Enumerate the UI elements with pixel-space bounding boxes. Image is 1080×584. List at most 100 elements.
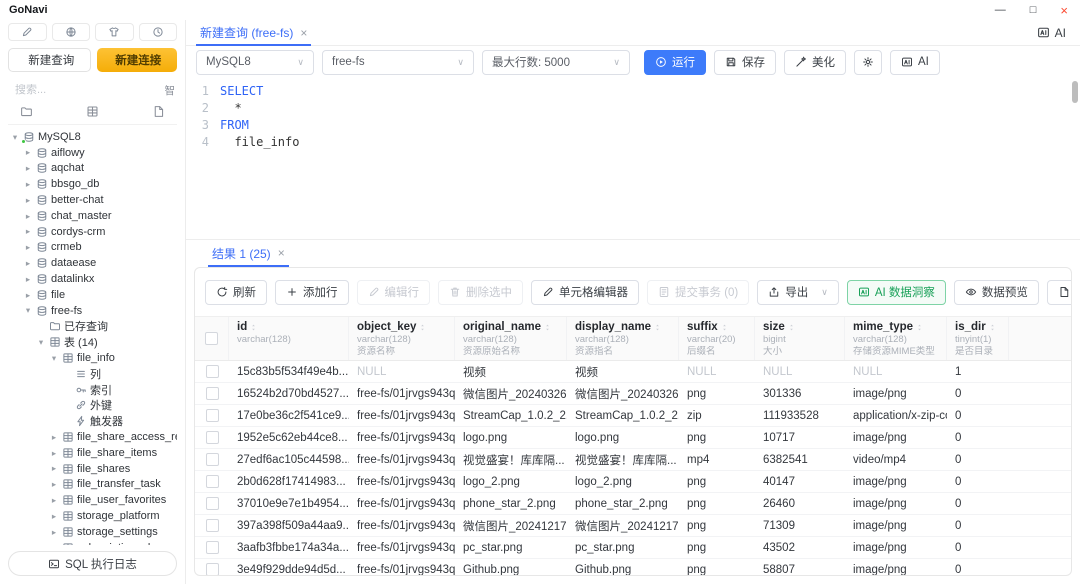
cell-mime_type[interactable]: image/png	[845, 542, 947, 554]
caret-right-icon[interactable]: ▸	[23, 227, 33, 236]
tree-item-aqchat[interactable]: ▸aqchat	[8, 161, 177, 177]
tree-item-triggers[interactable]: 触发器	[8, 413, 177, 429]
caret-right-icon[interactable]: ▸	[49, 449, 59, 458]
cell-size[interactable]: 71309	[755, 520, 845, 532]
delete-selected-button[interactable]: 删除选中	[438, 280, 523, 305]
ai-button[interactable]: AI	[890, 50, 940, 75]
cell-display_name[interactable]: logo.png	[567, 432, 679, 444]
theme-button[interactable]	[95, 23, 134, 41]
row-checkbox[interactable]	[206, 563, 219, 575]
sql-editor[interactable]: 1234 SELECT *FROM file_info	[186, 78, 1080, 240]
column-header-id[interactable]: idvarchar(128)	[229, 317, 349, 360]
column-header-original_name[interactable]: original_namevarchar(128)资源原始名称	[455, 317, 567, 360]
cell-display_name[interactable]: 视觉盛宴！库库隔...	[567, 452, 679, 468]
cell-original_name[interactable]: Github.png	[455, 564, 567, 576]
cell-object_key[interactable]: free-fs/01jrvgs943q...	[349, 432, 455, 444]
cell-display_name[interactable]: pc_star.png	[567, 542, 679, 554]
cell-size[interactable]: 6382541	[755, 454, 845, 466]
tree-item-chat-master[interactable]: ▸chat_master	[8, 208, 177, 224]
caret-right-icon[interactable]: ▸	[23, 180, 33, 189]
maximize-button[interactable]: □	[1030, 5, 1037, 16]
tree-item-foreign-keys[interactable]: 外键	[8, 398, 177, 414]
editor-code[interactable]: SELECT *FROM file_info	[220, 83, 1080, 239]
tab-close-icon[interactable]: ×	[300, 26, 307, 40]
cell-original_name[interactable]: 微信图片_20240326...	[455, 386, 567, 402]
connection-select[interactable]: MySQL8 ∨	[196, 50, 314, 75]
cell-display_name[interactable]: 微信图片_20241217...	[567, 518, 679, 534]
row-checkbox[interactable]	[206, 475, 219, 488]
row-checkbox[interactable]	[206, 431, 219, 444]
table-row-8[interactable]: 397a398f509a44aa9...free-fs/01jrvgs943q.…	[195, 515, 1071, 537]
row-checkbox[interactable]	[206, 453, 219, 466]
cell-is_dir[interactable]: 0	[947, 498, 1009, 510]
cell-object_key[interactable]: free-fs/01jrvgs943q...	[349, 410, 455, 422]
caret-right-icon[interactable]: ▸	[23, 275, 33, 284]
sort-icon[interactable]	[787, 323, 796, 332]
tree-item-tables[interactable]: ▾表 (14)	[8, 334, 177, 350]
cell-display_name[interactable]: 视频	[567, 364, 679, 380]
caret-right-icon[interactable]: ▸	[49, 528, 59, 537]
code-line[interactable]: FROM	[220, 117, 1080, 134]
cell-id[interactable]: 15c83b5f534f49e4b...	[229, 366, 349, 378]
tree-item-storage-settings[interactable]: ▸storage_settings	[8, 524, 177, 540]
column-header-object_key[interactable]: object_keyvarchar(128)资源名称	[349, 317, 455, 360]
cell-object_key[interactable]: NULL	[349, 366, 455, 378]
saved-folder-icon[interactable]	[20, 105, 33, 118]
search-input[interactable]	[15, 84, 155, 96]
tree-item-file-transfer-task[interactable]: ▸file_transfer_task	[8, 477, 177, 493]
edit-row-button[interactable]: 编辑行	[357, 280, 431, 305]
column-header-size[interactable]: sizebigint大小	[755, 317, 845, 360]
cell-suffix[interactable]: png	[679, 432, 755, 444]
cell-display_name[interactable]: phone_star_2.png	[567, 498, 679, 510]
filter-label[interactable]: 智	[165, 83, 176, 98]
cell-mime_type[interactable]: image/png	[845, 432, 947, 444]
row-checkbox[interactable]	[206, 365, 219, 378]
cell-original_name[interactable]: 视频	[455, 364, 567, 380]
cell-is_dir[interactable]: 0	[947, 542, 1009, 554]
tree-item-crmeb[interactable]: ▸crmeb	[8, 240, 177, 256]
cell-display_name[interactable]: Github.png	[567, 564, 679, 576]
caret-right-icon[interactable]: ▸	[23, 259, 33, 268]
sort-icon[interactable]	[653, 323, 662, 332]
pen-button[interactable]	[8, 23, 47, 41]
code-line[interactable]: *	[220, 100, 1080, 117]
cell-size[interactable]: NULL	[755, 366, 845, 378]
sort-icon[interactable]	[988, 323, 997, 332]
tree-item-file-share-items[interactable]: ▸file_share_items	[8, 445, 177, 461]
cell-suffix[interactable]: png	[679, 564, 755, 576]
tab-new-query[interactable]: 新建查询 (free-fs) ×	[186, 20, 321, 45]
caret-right-icon[interactable]: ▸	[49, 464, 59, 473]
caret-right-icon[interactable]: ▸	[49, 480, 59, 489]
cell-is_dir[interactable]: 1	[947, 366, 1009, 378]
run-button[interactable]: 运行	[644, 50, 706, 75]
globe-button[interactable]	[52, 23, 91, 41]
cell-size[interactable]: 111933528	[755, 410, 845, 422]
cell-mime_type[interactable]: video/mp4	[845, 454, 947, 466]
field-info-button[interactable]: 字段信息	[1047, 280, 1072, 305]
cell-original_name[interactable]: logo_2.png	[455, 476, 567, 488]
tree-item-saved-queries[interactable]: 已存查询	[8, 319, 177, 335]
caret-right-icon[interactable]: ▸	[23, 196, 33, 205]
cell-is_dir[interactable]: 0	[947, 410, 1009, 422]
cell-size[interactable]: 301336	[755, 388, 845, 400]
table-row-2[interactable]: 16524b2d70bd4527...free-fs/01jrvgs943q..…	[195, 383, 1071, 405]
column-header-display_name[interactable]: display_namevarchar(128)资源指名	[567, 317, 679, 360]
tables-grid-icon[interactable]	[86, 105, 99, 118]
database-select[interactable]: free-fs ∨	[322, 50, 474, 75]
column-header-mime_type[interactable]: mime_typevarchar(128)存储资源MIME类型	[845, 317, 947, 360]
sort-icon[interactable]	[915, 323, 924, 332]
cell-editor-button[interactable]: 单元格编辑器	[531, 280, 639, 305]
cell-object_key[interactable]: free-fs/01jrvgs943q...	[349, 498, 455, 510]
code-line[interactable]: file_info	[220, 134, 1080, 151]
caret-down-icon[interactable]: ▾	[36, 338, 46, 347]
new-query-button[interactable]: 新建查询	[8, 48, 91, 72]
settings-button[interactable]	[854, 50, 882, 75]
row-checkbox[interactable]	[206, 541, 219, 554]
table-row-6[interactable]: 2b0d628f17414983...free-fs/01jrvgs943q..…	[195, 471, 1071, 493]
tree-item-free-fs[interactable]: ▾free-fs	[8, 303, 177, 319]
files-icon[interactable]	[152, 105, 165, 118]
cell-original_name[interactable]: phone_star_2.png	[455, 498, 567, 510]
history-button[interactable]	[139, 23, 178, 41]
cell-suffix[interactable]: png	[679, 498, 755, 510]
table-row-5[interactable]: 27edf6ac105c44598...free-fs/01jrvgs943q.…	[195, 449, 1071, 471]
